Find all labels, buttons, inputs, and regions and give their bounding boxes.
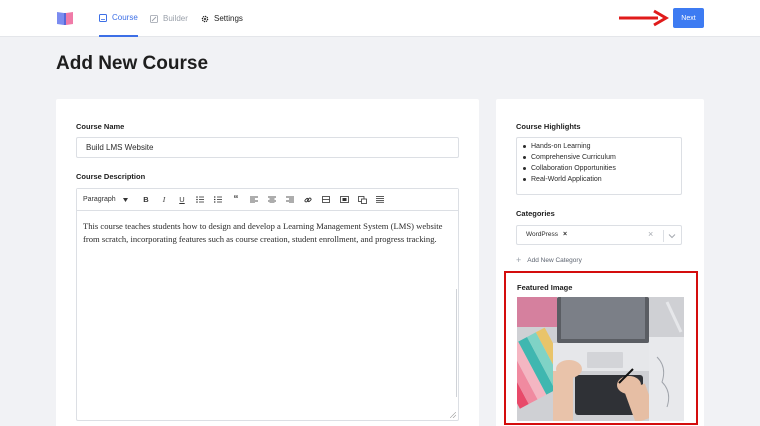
tab-builder[interactable]: Builder (150, 0, 188, 37)
course-details-card: Course Name Build LMS Website Course Des… (56, 99, 479, 426)
categories-label: Categories (516, 209, 555, 218)
italic-button[interactable]: I (155, 193, 173, 207)
featured-image[interactable] (517, 297, 684, 421)
course-name-label: Course Name (76, 122, 125, 131)
add-new-category-link[interactable]: + Add New Category (516, 255, 582, 265)
align-center-button[interactable] (263, 193, 281, 207)
tab-course-label: Course (112, 13, 138, 22)
add-new-category-label: Add New Category (527, 256, 582, 264)
media-icon (339, 196, 349, 203)
chevron-down-icon[interactable] (668, 232, 676, 240)
format-select[interactable]: Paragraph (83, 196, 137, 203)
plus-icon: + (516, 255, 522, 265)
bullet-icon (523, 167, 526, 170)
list-item: Comprehensive Curriculum (523, 152, 681, 163)
format-select-value: Paragraph (83, 196, 116, 203)
resize-handle-icon[interactable] (450, 412, 456, 418)
category-chip: WordPress × (526, 231, 567, 238)
align-right-button[interactable] (281, 193, 299, 207)
bullet-icon (523, 178, 526, 181)
list-item: Real-World Application (523, 174, 681, 185)
image-button[interactable] (353, 193, 371, 207)
link-icon (304, 197, 312, 202)
align-right-icon (286, 196, 294, 203)
menu-lines-icon (376, 196, 384, 203)
numbered-list-icon (214, 196, 222, 203)
blockquote-button[interactable]: “ (227, 193, 245, 207)
edit-icon (150, 14, 158, 23)
editor-toolbar: Paragraph B I U “ (77, 189, 458, 211)
highlight-text: Hands-on Learning (531, 143, 591, 150)
bullet-icon (523, 145, 526, 148)
bullet-list-button[interactable] (191, 193, 209, 207)
page-title: Add New Course (56, 53, 209, 74)
more-button[interactable] (371, 193, 389, 207)
course-sidebar-card: Course Highlights Hands-on Learning Comp… (496, 99, 704, 426)
featured-image-highlight: Featured Image (504, 271, 698, 425)
clear-icon[interactable]: × (648, 229, 653, 239)
description-text: This course teaches students how to desi… (83, 221, 443, 244)
book-icon (99, 13, 107, 22)
bold-button[interactable]: B (137, 193, 155, 207)
highlights-list: Hands-on Learning Comprehensive Curricul… (523, 141, 681, 185)
media-button[interactable] (335, 193, 353, 207)
highlight-text: Comprehensive Curriculum (531, 154, 616, 161)
tab-settings[interactable]: Settings (201, 0, 243, 37)
bullet-list-icon (196, 196, 204, 203)
caret-down-icon (122, 197, 128, 202)
highlights-editor[interactable]: Hands-on Learning Comprehensive Curricul… (516, 137, 682, 195)
featured-image-label: Featured Image (517, 283, 573, 292)
align-center-icon (268, 196, 276, 203)
course-name-value: Build LMS Website (86, 143, 154, 152)
featured-image-photo-icon (517, 297, 684, 421)
course-highlights-label: Course Highlights (516, 122, 581, 131)
gear-icon (201, 15, 209, 22)
numbered-list-button[interactable] (209, 193, 227, 207)
chip-remove-icon[interactable]: × (563, 231, 567, 238)
highlight-text: Real-World Application (531, 176, 602, 183)
tab-settings-label: Settings (214, 14, 243, 23)
editor-scrollbar[interactable] (456, 289, 457, 397)
categories-select[interactable]: WordPress × × (516, 225, 682, 245)
bullet-icon (523, 156, 526, 159)
description-editor: Paragraph B I U “ This course teaches st… (76, 188, 459, 421)
tab-course[interactable]: Course (99, 0, 138, 37)
align-left-button[interactable] (245, 193, 263, 207)
horizontal-rule-button[interactable] (317, 193, 335, 207)
select-divider (663, 230, 664, 242)
category-chip-label: WordPress (526, 231, 559, 238)
tab-builder-label: Builder (163, 14, 188, 23)
book-logo-icon (57, 12, 73, 25)
course-name-input[interactable]: Build LMS Website (76, 137, 459, 158)
horizontal-rule-icon (322, 196, 330, 203)
next-button[interactable]: Next (673, 8, 704, 28)
course-description-label: Course Description (76, 172, 146, 181)
link-button[interactable] (299, 193, 317, 207)
list-item: Collaboration Opportunities (523, 163, 681, 174)
top-bar: Course Builder Settings Next (0, 0, 760, 37)
image-icon (357, 195, 367, 204)
description-text-area[interactable]: This course teaches students how to desi… (77, 211, 458, 255)
list-item: Hands-on Learning (523, 141, 681, 152)
red-arrow-annotation-icon (619, 9, 669, 27)
underline-button[interactable]: U (173, 193, 191, 207)
highlight-text: Collaboration Opportunities (531, 165, 616, 172)
align-left-icon (250, 196, 258, 203)
